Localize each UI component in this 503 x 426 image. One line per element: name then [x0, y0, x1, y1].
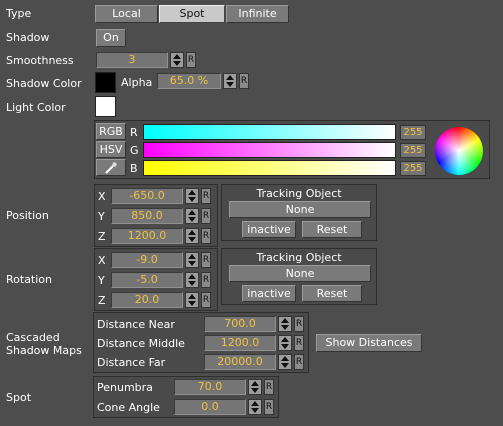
- rotation-z-reset-button[interactable]: R: [201, 292, 211, 308]
- distance-middle-field[interactable]: 1200.0: [204, 335, 276, 351]
- distance-far-reset-button[interactable]: R: [294, 354, 304, 370]
- rotation-y-spinner[interactable]: [185, 272, 199, 288]
- distance-near-label: Distance Near: [97, 318, 175, 331]
- rotation-tracking-panel: Tracking Object None inactive Reset: [221, 248, 377, 305]
- channel-g-label: G: [130, 144, 139, 157]
- shadow-label: Shadow: [6, 31, 50, 44]
- rotation-tracking-object-button[interactable]: None: [229, 265, 371, 282]
- channel-r-value[interactable]: 255: [400, 125, 426, 140]
- position-x-reset-button[interactable]: R: [201, 188, 211, 204]
- rotation-tracking-reset-button[interactable]: Reset: [302, 285, 362, 302]
- cascaded-label-line2: Shadow Maps: [6, 344, 82, 357]
- light-color-label: Light Color: [6, 101, 66, 114]
- rotation-x-spinner[interactable]: [185, 252, 199, 268]
- distance-far-label: Distance Far: [97, 356, 166, 369]
- cone-angle-field[interactable]: 0.0: [174, 399, 246, 415]
- rotation-panel: X -9.0 R Y -5.0 R Z 20.0 R: [94, 248, 218, 311]
- position-x-label: X: [98, 190, 106, 203]
- penumbra-reset-button[interactable]: R: [264, 379, 274, 395]
- position-tracking-reset-button[interactable]: Reset: [302, 221, 362, 238]
- channel-b-value[interactable]: 255: [400, 161, 426, 176]
- shadow-color-swatch[interactable]: [95, 72, 116, 93]
- smoothness-reset-button[interactable]: R: [186, 52, 196, 68]
- channel-b-label: B: [130, 162, 138, 175]
- rotation-x-reset-button[interactable]: R: [201, 252, 211, 268]
- hsv-mode-button[interactable]: HSV: [96, 141, 126, 158]
- position-y-spinner[interactable]: [185, 208, 199, 224]
- cone-angle-reset-button[interactable]: R: [264, 399, 274, 415]
- rotation-y-reset-button[interactable]: R: [201, 272, 211, 288]
- cone-angle-label: Cone Angle: [97, 401, 160, 414]
- rgb-mode-button[interactable]: RGB: [96, 123, 126, 140]
- rotation-label: Rotation: [6, 273, 53, 286]
- position-label: Position: [6, 209, 49, 222]
- type-local-button[interactable]: Local: [95, 5, 158, 23]
- distance-middle-spinner[interactable]: [278, 335, 292, 351]
- distance-middle-label: Distance Middle: [97, 337, 185, 350]
- position-y-reset-button[interactable]: R: [201, 208, 211, 224]
- distance-far-spinner[interactable]: [278, 354, 292, 370]
- type-spot-button[interactable]: Spot: [159, 5, 225, 23]
- rotation-x-label: X: [98, 254, 106, 267]
- channel-g-slider[interactable]: [143, 142, 396, 158]
- smoothness-field[interactable]: 3: [96, 52, 168, 68]
- cascaded-panel: Distance Near 700.0 R Distance Middle 12…: [93, 312, 309, 373]
- smoothness-spinner[interactable]: [170, 52, 184, 68]
- position-panel: X -650.0 R Y 850.0 R Z 1200.0 R: [94, 184, 218, 247]
- position-z-label: Z: [98, 230, 106, 243]
- position-y-label: Y: [98, 210, 105, 223]
- color-wheel[interactable]: [435, 127, 483, 175]
- channel-r-slider[interactable]: [143, 124, 396, 140]
- distance-near-spinner[interactable]: [278, 316, 292, 332]
- position-z-reset-button[interactable]: R: [201, 228, 211, 244]
- alpha-reset-button[interactable]: R: [239, 73, 249, 89]
- smoothness-label: Smoothness: [6, 54, 74, 67]
- shadow-color-label: Shadow Color: [6, 77, 82, 90]
- cone-angle-spinner[interactable]: [248, 399, 262, 415]
- color-picker-panel: RGB HSV R 255 G 255 B 255: [94, 120, 490, 179]
- light-color-swatch[interactable]: [95, 96, 116, 117]
- channel-r-label: R: [130, 126, 138, 139]
- eyedropper-icon: [105, 162, 117, 174]
- type-infinite-button[interactable]: Infinite: [226, 5, 289, 23]
- eyedropper-button[interactable]: [96, 159, 126, 176]
- channel-b-slider[interactable]: [143, 160, 396, 176]
- distance-near-field[interactable]: 700.0: [204, 316, 276, 332]
- type-label: Type: [6, 7, 32, 20]
- alpha-spinner[interactable]: [223, 73, 237, 89]
- distance-middle-reset-button[interactable]: R: [294, 335, 304, 351]
- position-x-field[interactable]: -650.0: [111, 188, 183, 204]
- rotation-tracking-inactive-button[interactable]: inactive: [242, 285, 296, 302]
- position-x-spinner[interactable]: [185, 188, 199, 204]
- show-distances-button[interactable]: Show Distances: [316, 334, 422, 352]
- position-z-spinner[interactable]: [185, 228, 199, 244]
- spot-panel: Penumbra 70.0 R Cone Angle 0.0 R: [93, 376, 279, 418]
- penumbra-spinner[interactable]: [248, 379, 262, 395]
- alpha-label: Alpha: [121, 76, 153, 89]
- distance-far-field[interactable]: 20000.0: [204, 354, 276, 370]
- position-tracking-object-button[interactable]: None: [229, 201, 371, 218]
- cascaded-label-line1: Cascaded: [6, 331, 60, 344]
- position-y-field[interactable]: 850.0: [111, 208, 183, 224]
- rotation-z-label: Z: [98, 294, 106, 307]
- channel-g-value[interactable]: 255: [400, 143, 426, 158]
- rotation-z-field[interactable]: 20.0: [111, 292, 183, 308]
- shadow-on-button[interactable]: On: [96, 29, 126, 47]
- penumbra-field[interactable]: 70.0: [174, 379, 246, 395]
- rotation-z-spinner[interactable]: [185, 292, 199, 308]
- rotation-tracking-title: Tracking Object: [256, 251, 342, 264]
- rotation-x-field[interactable]: -9.0: [111, 252, 183, 268]
- position-tracking-title: Tracking Object: [256, 187, 342, 200]
- rotation-y-label: Y: [98, 274, 105, 287]
- penumbra-label: Penumbra: [97, 381, 153, 394]
- position-tracking-panel: Tracking Object None inactive Reset: [221, 184, 377, 241]
- rotation-y-field[interactable]: -5.0: [111, 272, 183, 288]
- alpha-field[interactable]: 65.0 %: [157, 73, 221, 89]
- spot-label: Spot: [6, 391, 32, 404]
- position-z-field[interactable]: 1200.0: [111, 228, 183, 244]
- distance-near-reset-button[interactable]: R: [294, 316, 304, 332]
- position-tracking-inactive-button[interactable]: inactive: [242, 221, 296, 238]
